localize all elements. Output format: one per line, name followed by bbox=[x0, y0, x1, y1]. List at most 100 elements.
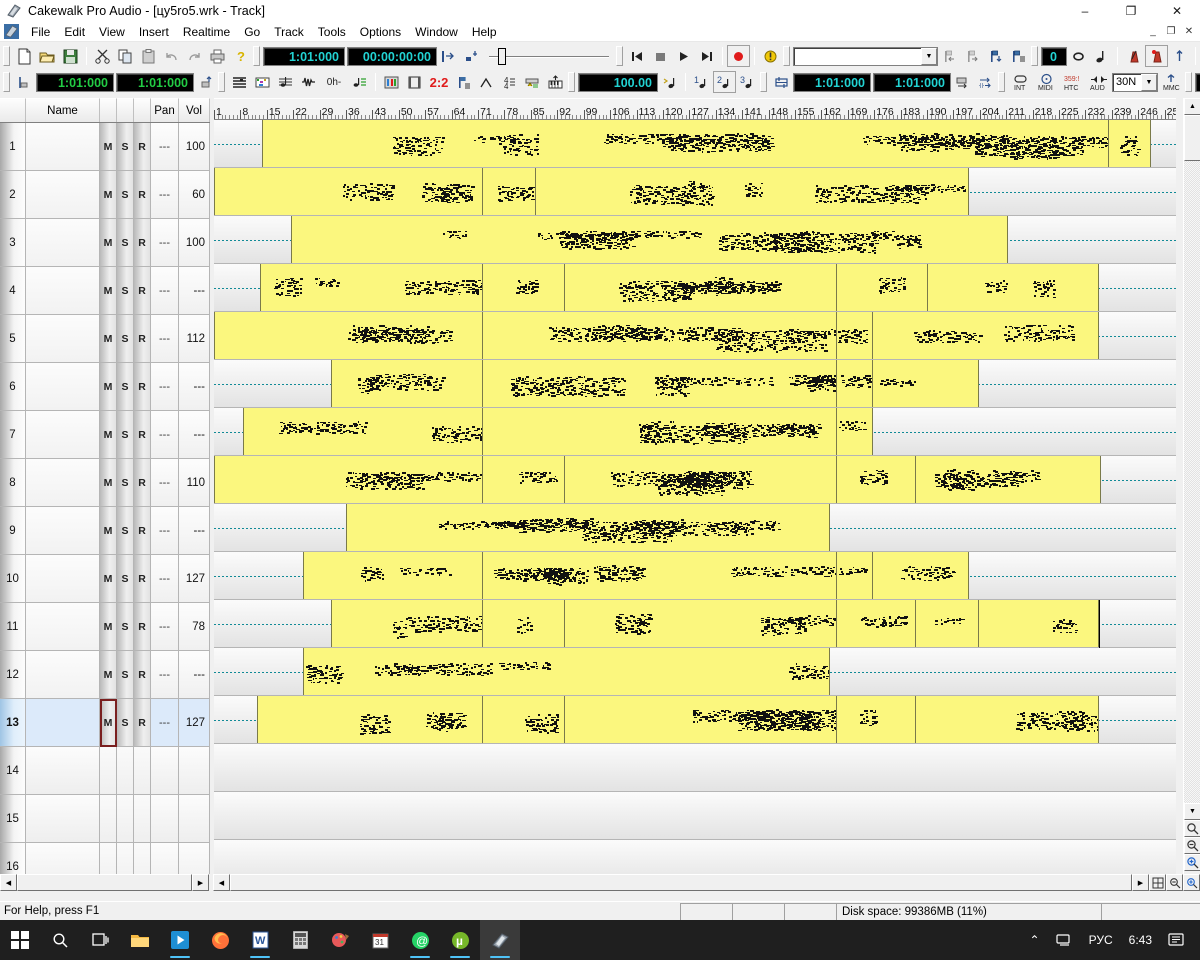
select-thru-icon[interactable] bbox=[194, 71, 217, 93]
track-row[interactable]: 4 M S R --- --- bbox=[0, 267, 210, 315]
timeline-ruler[interactable]: 1 8 15 22 29 36 43 50 57 64 71 78 85 92 99 106 113 120 127… bbox=[214, 98, 1176, 120]
loop-icon[interactable] bbox=[770, 71, 793, 93]
track-row[interactable]: 14 bbox=[0, 747, 210, 795]
pan-value[interactable]: --- bbox=[151, 267, 179, 315]
solo-button[interactable]: S bbox=[117, 699, 134, 747]
pan-value[interactable]: --- bbox=[151, 603, 179, 651]
play-button[interactable] bbox=[672, 45, 695, 67]
track-row[interactable]: 6 M S R --- --- bbox=[0, 363, 210, 411]
undo-icon[interactable] bbox=[160, 45, 183, 67]
track-name-field[interactable] bbox=[26, 459, 100, 507]
marker-prev-icon[interactable] bbox=[938, 45, 961, 67]
marker-insert-icon[interactable] bbox=[984, 45, 1007, 67]
solo-button[interactable]: S bbox=[117, 411, 134, 459]
punch-start-time[interactable]: 1:01:000 bbox=[1195, 72, 1200, 92]
panic-button[interactable] bbox=[759, 45, 782, 67]
volume-value[interactable]: 127 bbox=[179, 555, 210, 603]
frame-rate-combo[interactable]: 30N ▼ bbox=[1112, 72, 1158, 92]
volume-value[interactable]: 78 bbox=[179, 603, 210, 651]
rewind-to-start-button[interactable] bbox=[626, 45, 649, 67]
menu-item-window[interactable]: Window bbox=[408, 24, 465, 40]
toolbar-grip-punch[interactable] bbox=[1185, 72, 1192, 92]
meter-value[interactable]: 2:2 bbox=[426, 71, 452, 93]
tempo-1-icon[interactable]: 1 bbox=[690, 71, 713, 93]
metronome-off-icon[interactable] bbox=[1122, 45, 1145, 67]
volume-value[interactable] bbox=[179, 795, 210, 843]
record-button[interactable]: R bbox=[134, 315, 151, 363]
piano-roll-icon[interactable] bbox=[251, 71, 274, 93]
header-vol[interactable]: Vol bbox=[179, 98, 210, 122]
midi-clip[interactable] bbox=[331, 360, 484, 407]
menu-item-view[interactable]: View bbox=[92, 24, 132, 40]
volume-value[interactable]: 60 bbox=[179, 171, 210, 219]
redo-icon[interactable] bbox=[183, 45, 206, 67]
pan-value[interactable]: --- bbox=[151, 699, 179, 747]
marker-list-icon[interactable] bbox=[1007, 45, 1030, 67]
record-button[interactable]: R bbox=[134, 603, 151, 651]
sysx-icon[interactable] bbox=[521, 71, 544, 93]
track-name-field[interactable] bbox=[26, 795, 100, 843]
minimize-button[interactable]: – bbox=[1062, 0, 1108, 22]
track-row[interactable]: 1 M S R --- 100 bbox=[0, 123, 210, 171]
position-slider[interactable] bbox=[489, 46, 609, 66]
volume-value[interactable]: --- bbox=[179, 267, 210, 315]
midi-clip[interactable] bbox=[290, 216, 1008, 263]
record-button[interactable]: R bbox=[134, 171, 151, 219]
sync-audio-icon[interactable]: AUD bbox=[1086, 71, 1112, 93]
volume-value[interactable]: 112 bbox=[179, 315, 210, 363]
midi-clip[interactable] bbox=[837, 312, 873, 359]
pan-value[interactable]: --- bbox=[151, 507, 179, 555]
menu-item-track[interactable]: Track bbox=[267, 24, 311, 40]
record-button[interactable]: R bbox=[134, 459, 151, 507]
toolbar-grip-transport[interactable] bbox=[616, 46, 623, 66]
tempo-3-icon[interactable]: 3 bbox=[736, 71, 759, 93]
record-button[interactable]: R bbox=[134, 555, 151, 603]
paste-icon[interactable] bbox=[137, 45, 160, 67]
video-icon[interactable] bbox=[403, 71, 426, 93]
track-row[interactable]: 13 M S R --- 127 bbox=[0, 699, 210, 747]
record-button[interactable]: R bbox=[134, 363, 151, 411]
pan-value[interactable] bbox=[151, 795, 179, 843]
mute-button[interactable]: M bbox=[100, 267, 117, 315]
mute-button[interactable]: M bbox=[100, 219, 117, 267]
loop-start-time[interactable]: 1:01:000 bbox=[793, 72, 871, 92]
record-button[interactable] bbox=[134, 795, 151, 843]
midi-clip[interactable] bbox=[483, 168, 537, 215]
keyboard-icon[interactable] bbox=[544, 71, 567, 93]
maximize-button[interactable]: ❐ bbox=[1108, 0, 1154, 22]
marker-icon[interactable] bbox=[452, 71, 475, 93]
record-button[interactable]: R bbox=[134, 267, 151, 315]
pan-value[interactable]: --- bbox=[151, 411, 179, 459]
volume-value[interactable]: --- bbox=[179, 411, 210, 459]
track-name-field[interactable] bbox=[26, 171, 100, 219]
tempo-jump-icon[interactable] bbox=[658, 71, 681, 93]
track-name-field[interactable] bbox=[26, 699, 100, 747]
count-in-icon[interactable] bbox=[1168, 45, 1191, 67]
snap-to-start-icon[interactable] bbox=[437, 45, 460, 67]
pan-value[interactable]: --- bbox=[151, 171, 179, 219]
quarter-note-icon[interactable] bbox=[1090, 45, 1113, 67]
mute-button[interactable]: M bbox=[100, 507, 117, 555]
solo-button[interactable]: S bbox=[117, 651, 134, 699]
midi-clip[interactable] bbox=[483, 264, 566, 311]
solo-button[interactable]: S bbox=[117, 123, 134, 171]
record-button[interactable] bbox=[727, 45, 750, 67]
open-icon[interactable] bbox=[36, 45, 59, 67]
volume-value[interactable]: --- bbox=[179, 507, 210, 555]
auto-shuttle-icon[interactable] bbox=[974, 71, 997, 93]
menu-item-tools[interactable]: Tools bbox=[311, 24, 353, 40]
faders-icon[interactable] bbox=[380, 71, 403, 93]
mute-button[interactable] bbox=[100, 795, 117, 843]
track-row[interactable]: 11 M S R --- 78 bbox=[0, 603, 210, 651]
pan-value[interactable]: --- bbox=[151, 651, 179, 699]
whole-note-icon[interactable] bbox=[1067, 45, 1090, 67]
sync-internal-icon[interactable]: INT bbox=[1008, 71, 1034, 93]
stop-button[interactable] bbox=[649, 45, 672, 67]
midi-clip[interactable] bbox=[536, 168, 970, 215]
track-name-field[interactable] bbox=[26, 267, 100, 315]
toolbar-grip-position[interactable] bbox=[253, 46, 260, 66]
chevron-down-icon[interactable]: ▼ bbox=[921, 47, 937, 65]
menu-item-go[interactable]: Go bbox=[237, 24, 267, 40]
slider-thumb[interactable] bbox=[498, 48, 506, 65]
thru-time[interactable]: 1:01:000 bbox=[116, 72, 194, 92]
